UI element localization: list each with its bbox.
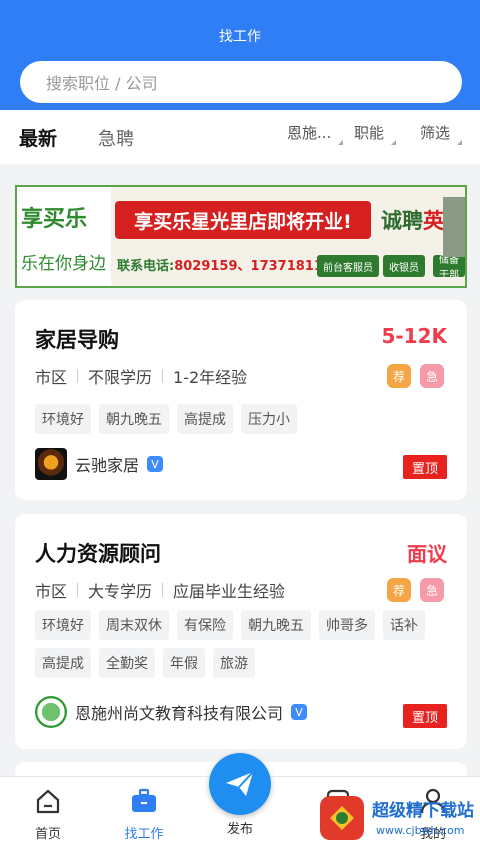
company-info[interactable]: 恩施州尚文教育科技有限公司 V xyxy=(35,696,308,728)
job-tag: 年假 xyxy=(163,648,205,678)
dropdown-triangle-icon xyxy=(391,140,397,145)
banner-recruit-prefix: 诚聘 xyxy=(381,209,423,233)
divider xyxy=(162,369,164,383)
company-name: 云驰家居 xyxy=(75,456,140,475)
tab-latest[interactable]: 最新 xyxy=(19,124,57,151)
nav-home-label: 首页 xyxy=(34,827,61,842)
job-meta: 市区 大专学历 应届毕业生经验 xyxy=(35,578,285,602)
banner-position: 收银员 xyxy=(383,255,425,277)
job-title: 家居导购 xyxy=(35,328,119,352)
job-tags: 环境好 周末双休 有保险 朝九晚五 帅哥多 话补 高提成 全勤奖 年假 旅游 xyxy=(35,610,435,678)
banner-phone: 联系电话:8029159、17371811171 xyxy=(117,255,350,274)
promo-banner[interactable]: 享买乐 乐在你身边 享买乐星光里店即将开业! 诚聘英才 联系电话:8029159… xyxy=(15,185,467,288)
banner-logo: 享买乐 xyxy=(21,207,88,232)
building-image xyxy=(443,197,465,257)
job-tag: 周末双休 xyxy=(99,610,169,640)
job-tag: 全勤奖 xyxy=(99,648,155,678)
job-salary: 5-12K xyxy=(381,324,447,348)
screen-filter-label: 筛选 xyxy=(420,124,451,142)
company-info[interactable]: 云驰家居 V xyxy=(35,448,164,480)
job-tag: 话补 xyxy=(383,610,425,640)
job-meta: 市区 不限学历 1-2年经验 xyxy=(35,364,247,388)
function-filter-label: 职能 xyxy=(354,124,385,142)
job-location: 市区 xyxy=(35,582,68,601)
tab-urgent[interactable]: 急聘 xyxy=(98,125,134,151)
job-education: 不限学历 xyxy=(88,368,153,387)
page-title: 找工作 xyxy=(219,29,261,45)
location-filter-label: 恩施... xyxy=(287,124,332,142)
job-tag: 帅哥多 xyxy=(319,610,375,640)
publish-label[interactable]: 发布 xyxy=(210,818,270,837)
paper-plane-icon xyxy=(226,771,254,796)
banner-brand: 享买乐 乐在你身边 xyxy=(17,187,111,286)
banner-position: 储备干部 xyxy=(433,255,465,281)
divider xyxy=(162,583,164,597)
job-tag: 有保险 xyxy=(177,610,233,640)
publish-button[interactable] xyxy=(209,753,271,815)
job-card[interactable]: 家居导购 5-12K 市区 不限学历 1-2年经验 荐 急 环境好 朝九晚五 高… xyxy=(15,300,467,500)
header: 找工作 搜索职位 / 公司 xyxy=(0,0,480,110)
banner-main: 享买乐星光里店即将开业! 诚聘英才 联系电话:8029159、173718111… xyxy=(111,187,465,286)
verified-icon: V xyxy=(291,704,308,720)
banner-phone-label: 联系电话: xyxy=(117,259,175,274)
watermark-text: 超级精下载站 xyxy=(372,801,474,821)
dropdown-triangle-icon xyxy=(457,140,463,145)
job-experience: 应届毕业生经验 xyxy=(173,582,286,601)
search-placeholder: 搜索职位 / 公司 xyxy=(46,74,158,93)
job-title: 人力资源顾问 xyxy=(35,542,161,566)
urgent-badge: 急 xyxy=(420,578,444,602)
home-icon xyxy=(36,789,60,814)
watermark-logo-icon xyxy=(320,796,364,840)
function-filter[interactable]: 职能 xyxy=(354,122,397,145)
job-salary: 面议 xyxy=(407,542,447,566)
job-tag: 高提成 xyxy=(177,404,233,434)
company-name: 恩施州尚文教育科技有限公司 xyxy=(75,704,284,723)
briefcase-icon xyxy=(132,788,156,812)
recommend-badge: 荐 xyxy=(387,578,411,602)
job-location: 市区 xyxy=(35,368,68,387)
search-input[interactable]: 搜索职位 / 公司 xyxy=(20,61,462,103)
banner-headline: 享买乐星光里店即将开业! xyxy=(115,201,371,239)
job-tag: 旅游 xyxy=(213,648,255,678)
job-card[interactable]: 人力资源顾问 面议 市区 大专学历 应届毕业生经验 荐 急 环境好 周末双休 有… xyxy=(15,514,467,749)
job-tag: 朝九晚五 xyxy=(241,610,311,640)
job-tag: 环境好 xyxy=(35,404,91,434)
nav-jobs-label: 找工作 xyxy=(124,827,164,842)
divider xyxy=(77,583,79,597)
watermark-url: www.cjbwh.com xyxy=(376,824,465,837)
pinned-badge: 置顶 xyxy=(403,704,447,728)
location-filter[interactable]: 恩施... xyxy=(287,122,344,145)
pinned-badge: 置顶 xyxy=(403,455,447,479)
recommend-badge: 荐 xyxy=(387,364,411,388)
screen-filter[interactable]: 筛选 xyxy=(420,122,463,145)
job-education: 大专学历 xyxy=(88,582,153,601)
nav-home[interactable]: 首页 xyxy=(18,787,78,842)
banner-slogan: 乐在你身边 xyxy=(21,254,106,274)
job-experience: 1-2年经验 xyxy=(173,368,248,387)
filter-bar: 最新 急聘 恩施... 职能 筛选 xyxy=(0,110,480,164)
banner-position: 前台客服员 xyxy=(317,255,379,277)
company-logo xyxy=(35,448,67,480)
dropdown-triangle-icon xyxy=(338,140,344,145)
job-tag: 朝九晚五 xyxy=(99,404,169,434)
verified-icon: V xyxy=(147,456,164,472)
watermark: 超级精下载站 www.cjbwh.com xyxy=(316,790,476,848)
divider xyxy=(77,369,79,383)
job-tags: 环境好 朝九晚五 高提成 压力小 xyxy=(35,404,435,434)
job-tag: 环境好 xyxy=(35,610,91,640)
job-tag: 压力小 xyxy=(241,404,297,434)
company-logo xyxy=(35,696,67,728)
urgent-badge: 急 xyxy=(420,364,444,388)
job-tag: 高提成 xyxy=(35,648,91,678)
nav-jobs[interactable]: 找工作 xyxy=(114,787,174,842)
